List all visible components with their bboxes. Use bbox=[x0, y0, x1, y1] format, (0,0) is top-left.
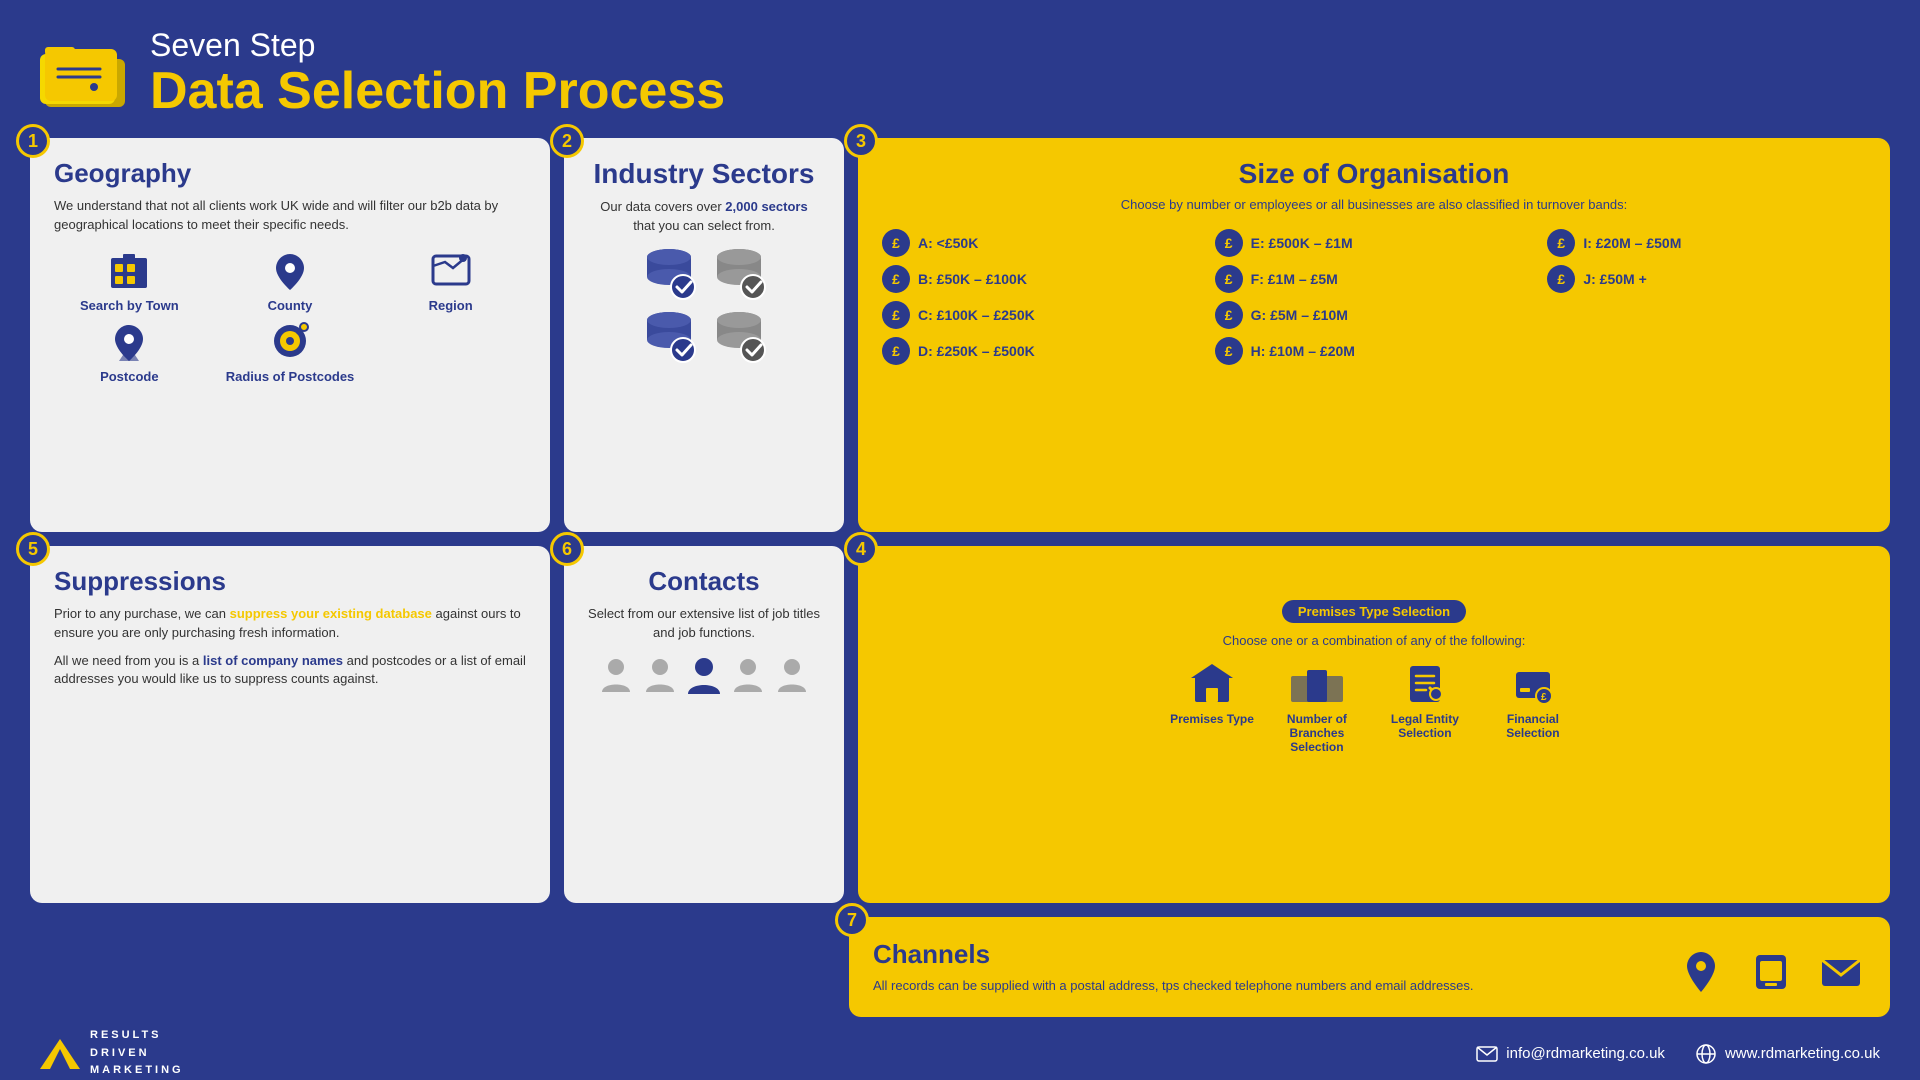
header: Seven Step Data Selection Process bbox=[0, 0, 1920, 130]
footer: RESULTS DRIVEN MARKETING info@rdmarketin… bbox=[0, 1017, 1920, 1080]
suppress-highlight: suppress your existing database bbox=[230, 606, 432, 621]
band-j: £ J: £50M + bbox=[1547, 265, 1866, 293]
size-title: Size of Organisation bbox=[882, 158, 1866, 190]
footer-website-text: www.rdmarketing.co.uk bbox=[1725, 1045, 1880, 1062]
industry-body: Our data covers over 2,000 sectors that … bbox=[588, 198, 820, 234]
industry-highlight: 2,000 sectors bbox=[725, 199, 807, 214]
band-d: £ D: £250K – £500K bbox=[882, 337, 1201, 365]
geo-town-label: Search by Town bbox=[80, 298, 179, 313]
band-e: £ E: £500K – £1M bbox=[1215, 229, 1534, 257]
band-j-label: J: £50M + bbox=[1583, 271, 1646, 287]
other-subtitle: Choose one or a combination of any of th… bbox=[882, 633, 1866, 648]
geo-item-postcode: Postcode bbox=[54, 319, 205, 384]
size-card: 3 Size of Organisation Choose by number … bbox=[858, 138, 1890, 532]
geo-region-label: Region bbox=[429, 298, 473, 313]
band-f-label: F: £1M – £5M bbox=[1251, 271, 1338, 287]
geography-icons-row2: Postcode Radius of Postcodes bbox=[54, 319, 526, 384]
header-title: Data Selection Process bbox=[150, 63, 725, 120]
band-a: £ A: <£50K bbox=[882, 229, 1201, 257]
band-e-label: E: £500K – £1M bbox=[1251, 235, 1353, 251]
industry-title: Industry Sectors bbox=[588, 158, 820, 190]
database-icons bbox=[588, 245, 820, 300]
band-a-label: A: <£50K bbox=[918, 235, 978, 251]
other-branches-label: Number of Branches Selection bbox=[1272, 712, 1362, 754]
svg-text:£: £ bbox=[1541, 692, 1547, 703]
step-2-number: 2 bbox=[550, 124, 584, 158]
other-card: 4 Other Business Criteria Premises Type … bbox=[858, 546, 1890, 903]
main-content: 1 Geography We understand that not all c… bbox=[0, 138, 1920, 903]
band-h: £ H: £10M – £20M bbox=[1215, 337, 1534, 365]
step-5-number: 5 bbox=[16, 532, 50, 566]
other-financial-label: Financial Selection bbox=[1488, 712, 1578, 740]
geo-item-region: Region bbox=[375, 248, 526, 313]
band-d-label: D: £250K – £500K bbox=[918, 343, 1035, 359]
band-h-label: H: £10M – £20M bbox=[1251, 343, 1355, 359]
footer-website: www.rdmarketing.co.uk bbox=[1695, 1043, 1880, 1065]
band-c-label: C: £100K – £250K bbox=[918, 307, 1035, 323]
geography-icons: Search by Town County bbox=[54, 248, 526, 313]
contacts-title: Contacts bbox=[588, 566, 820, 597]
channels-body: All records can be supplied with a posta… bbox=[873, 976, 1474, 996]
geo-item-town: Search by Town bbox=[54, 248, 205, 313]
geo-radius-label: Radius of Postcodes bbox=[226, 369, 355, 384]
channel-icons bbox=[1676, 947, 1866, 997]
band-b: £ B: £50K – £100K bbox=[882, 265, 1201, 293]
other-branches: Number of Branches Selection bbox=[1272, 658, 1362, 754]
header-text: Seven Step Data Selection Process bbox=[150, 28, 725, 120]
footer-email-text: info@rdmarketing.co.uk bbox=[1506, 1045, 1665, 1062]
contacts-card: 6 Contacts Select from our extensive lis… bbox=[564, 546, 844, 903]
geo-postcode-label: Postcode bbox=[100, 369, 159, 384]
channels-title: Channels bbox=[873, 939, 1474, 970]
suppressions-title: Suppressions bbox=[54, 566, 526, 597]
other-premises-label: Premises Type bbox=[1170, 712, 1254, 726]
geography-title: Geography bbox=[54, 158, 526, 189]
channels-card: 7 Channels All records can be supplied w… bbox=[849, 917, 1890, 1017]
footer-email: info@rdmarketing.co.uk bbox=[1476, 1045, 1665, 1062]
footer-contact: info@rdmarketing.co.uk www.rdmarketing.c… bbox=[1476, 1043, 1880, 1065]
size-subtitle: Choose by number or employees or all bus… bbox=[882, 196, 1866, 214]
company-list-highlight: list of company names bbox=[203, 653, 343, 668]
contacts-body: Select from our extensive list of job ti… bbox=[588, 605, 820, 641]
contact-person-icons bbox=[588, 656, 820, 696]
other-financial: £ Financial Selection bbox=[1488, 658, 1578, 740]
suppressions-card: 5 Suppressions Prior to any purchase, we… bbox=[30, 546, 550, 903]
step-4-number: 4 bbox=[844, 532, 878, 566]
footer-logo: RESULTS DRIVEN MARKETING bbox=[40, 1027, 184, 1080]
geography-body: We understand that not all clients work … bbox=[54, 197, 526, 233]
other-items: Premises Type Number of Branches Selecti… bbox=[882, 658, 1866, 754]
band-b-label: B: £50K – £100K bbox=[918, 271, 1027, 287]
suppressions-body2: All we need from you is a list of compan… bbox=[54, 652, 526, 688]
size-bands-grid: £ A: <£50K £ E: £500K – £1M £ I: £20M – … bbox=[882, 229, 1866, 365]
step-1-number: 1 bbox=[16, 124, 50, 158]
suppressions-body1: Prior to any purchase, we can suppress y… bbox=[54, 605, 526, 641]
industry-card: 2 Industry Sectors Our data covers over … bbox=[564, 138, 844, 532]
step-6-number: 6 bbox=[550, 532, 584, 566]
step-3-number: 3 bbox=[844, 124, 878, 158]
geo-item-radius: Radius of Postcodes bbox=[215, 319, 366, 384]
other-legal-label: Legal Entity Selection bbox=[1380, 712, 1470, 740]
other-title: Other Business Criteria bbox=[882, 566, 1866, 594]
other-premises: Premises Type bbox=[1170, 658, 1254, 726]
band-g: £ G: £5M – £10M bbox=[1215, 301, 1534, 329]
geo-county-label: County bbox=[268, 298, 313, 313]
band-c: £ C: £100K – £250K bbox=[882, 301, 1201, 329]
geography-card: 1 Geography We understand that not all c… bbox=[30, 138, 550, 532]
folder-icon bbox=[40, 37, 130, 112]
geo-item-county: County bbox=[215, 248, 366, 313]
band-f: £ F: £1M – £5M bbox=[1215, 265, 1534, 293]
premises-badge: Premises Type Selection bbox=[1282, 600, 1466, 623]
band-i: £ I: £20M – £50M bbox=[1547, 229, 1866, 257]
footer-logo-text: RESULTS DRIVEN MARKETING bbox=[90, 1027, 184, 1080]
band-i-label: I: £20M – £50M bbox=[1583, 235, 1681, 251]
step-7-number: 7 bbox=[835, 903, 869, 937]
header-subtitle: Seven Step bbox=[150, 28, 725, 63]
band-g-label: G: £5M – £10M bbox=[1251, 307, 1348, 323]
other-legal: Legal Entity Selection bbox=[1380, 658, 1470, 740]
